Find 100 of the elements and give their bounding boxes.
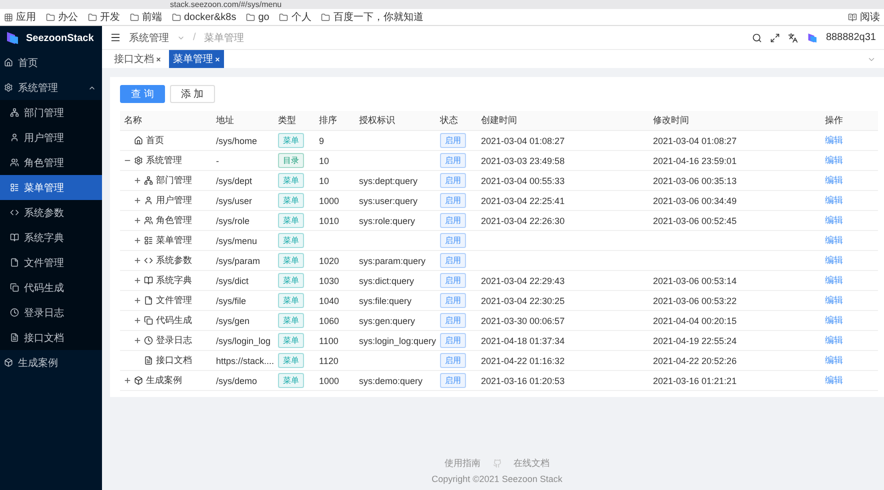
expand-icon[interactable] bbox=[134, 257, 141, 264]
menu-item-icon bbox=[10, 283, 19, 292]
type-tag: 菜单 bbox=[278, 213, 304, 228]
sidebar-item[interactable]: 部门管理 bbox=[0, 100, 102, 125]
bookmark[interactable]: 开发 bbox=[88, 10, 120, 24]
expand-icon[interactable] bbox=[124, 377, 131, 384]
sidebar-item[interactable]: 系统管理 bbox=[0, 75, 102, 100]
translate-icon[interactable] bbox=[788, 32, 798, 42]
folder-icon bbox=[279, 12, 288, 22]
bookmark[interactable]: docker&k8s bbox=[172, 12, 236, 22]
table-cell: 2021-03-06 00:53:14 bbox=[653, 276, 737, 286]
menu-item-icon bbox=[4, 83, 13, 92]
sidebar-item[interactable]: 用户管理 bbox=[0, 125, 102, 150]
table-cell: 代码生成 bbox=[156, 314, 192, 327]
column-header: 创建时间 bbox=[477, 111, 649, 131]
expand-icon[interactable] bbox=[134, 297, 141, 304]
reading-list-button[interactable]: 阅读 bbox=[848, 10, 880, 24]
sidebar-item[interactable]: 接口文档 bbox=[0, 325, 102, 350]
table-cell: /sys/login_log bbox=[216, 336, 271, 346]
table-cell: 1000 bbox=[319, 196, 340, 206]
user-name[interactable]: 888882q31 bbox=[826, 32, 876, 43]
bookmark[interactable]: 应用 bbox=[4, 10, 36, 24]
type-tag: 菜单 bbox=[278, 173, 304, 188]
menu-icon[interactable] bbox=[110, 32, 121, 43]
expand-icon[interactable] bbox=[134, 277, 141, 284]
type-tag: 菜单 bbox=[278, 133, 304, 148]
menu-item-icon bbox=[10, 133, 19, 142]
sidebar-item[interactable]: 文件管理 bbox=[0, 250, 102, 275]
bookmark[interactable]: go bbox=[246, 12, 270, 22]
menu-item-icon bbox=[144, 316, 153, 325]
fullscreen-icon[interactable] bbox=[770, 32, 780, 42]
status-tag: 启用 bbox=[440, 333, 466, 348]
table-cell: /sys/menu bbox=[216, 236, 258, 246]
expand-icon[interactable] bbox=[134, 317, 141, 324]
collapse-icon[interactable] bbox=[124, 157, 131, 164]
add-button[interactable]: 添 加 bbox=[170, 85, 215, 103]
table-cell: sys:login_log:query bbox=[359, 336, 436, 346]
menu-item-icon bbox=[144, 276, 153, 285]
table-cell: 文件管理 bbox=[156, 294, 192, 307]
menu-item-icon bbox=[134, 156, 143, 165]
sidebar-item[interactable]: 系统字典 bbox=[0, 225, 102, 250]
expand-icon[interactable] bbox=[134, 177, 141, 184]
column-header: 类型 bbox=[274, 111, 315, 131]
table-cell: 2021-04-22 01:16:32 bbox=[481, 356, 565, 366]
expand-icon[interactable] bbox=[134, 197, 141, 204]
sidebar-item[interactable]: 登录日志 bbox=[0, 300, 102, 325]
column-header: 修改时间 bbox=[649, 111, 821, 131]
url-text[interactable]: stack.seezoon.com/#/sys/menu bbox=[170, 0, 282, 9]
table-cell: 2021-03-16 01:21:21 bbox=[653, 376, 737, 386]
menu-item-icon bbox=[10, 308, 19, 317]
menu-item-icon bbox=[4, 358, 13, 367]
tab[interactable]: 菜单管理 bbox=[169, 50, 224, 68]
sidebar-item[interactable]: 首页 bbox=[0, 50, 102, 75]
menu-item-icon bbox=[134, 136, 143, 145]
table-cell: 系统管理 bbox=[146, 154, 182, 167]
table-cell: 2021-04-16 23:59:01 bbox=[653, 156, 737, 166]
table-cell: 2021-04-18 01:37:34 bbox=[481, 336, 565, 346]
folder-icon bbox=[88, 12, 97, 22]
breadcrumb-separator: / bbox=[193, 32, 196, 43]
type-tag: 菜单 bbox=[278, 373, 304, 388]
menu-item-icon bbox=[10, 233, 19, 242]
close-icon[interactable] bbox=[156, 56, 161, 62]
table-cell: sys:role:query bbox=[359, 216, 416, 226]
table-cell: 部门管理 bbox=[156, 174, 192, 187]
sidebar-item[interactable]: 生成案例 bbox=[0, 350, 102, 375]
expand-icon[interactable] bbox=[134, 237, 141, 244]
table-cell: /sys/user bbox=[216, 196, 252, 206]
menu-item-icon bbox=[144, 296, 153, 305]
folder-icon bbox=[46, 12, 55, 22]
menu-item-icon bbox=[10, 208, 19, 217]
expand-icon[interactable] bbox=[134, 217, 141, 224]
avatar-icon[interactable] bbox=[806, 32, 818, 44]
table-cell: 系统参数 bbox=[156, 254, 192, 267]
folder-icon bbox=[172, 12, 181, 22]
status-tag: 启用 bbox=[440, 373, 466, 388]
table-cell: /sys/demo bbox=[216, 376, 258, 386]
sidebar-item[interactable]: 系统参数 bbox=[0, 200, 102, 225]
sidebar-item[interactable]: 代码生成 bbox=[0, 275, 102, 300]
bookmark[interactable]: 前端 bbox=[130, 10, 162, 24]
status-tag: 启用 bbox=[440, 213, 466, 228]
search-icon[interactable] bbox=[752, 32, 762, 42]
table-cell: 10 bbox=[319, 176, 330, 186]
breadcrumb-item[interactable]: 系统管理 bbox=[129, 30, 169, 44]
sidebar-item[interactable]: 菜单管理 bbox=[0, 175, 102, 200]
tab[interactable]: 接口文档 bbox=[110, 50, 165, 68]
table-cell: /sys/dept bbox=[216, 176, 252, 186]
bookmark[interactable]: 个人 bbox=[279, 10, 312, 24]
menu-item-icon bbox=[10, 108, 19, 117]
bookmark[interactable]: 百度一下，你就知道 bbox=[321, 10, 424, 24]
table-cell: /sys/role bbox=[216, 216, 250, 226]
table-cell: 2021-04-04 00:20:15 bbox=[653, 316, 737, 326]
expand-icon[interactable] bbox=[134, 337, 141, 344]
table-cell: 菜单管理 bbox=[156, 234, 192, 247]
table-cell: 1120 bbox=[319, 356, 338, 366]
sidebar-item[interactable]: 角色管理 bbox=[0, 150, 102, 175]
status-tag: 启用 bbox=[440, 273, 466, 288]
bookmark[interactable]: 办公 bbox=[46, 10, 78, 24]
table-cell: /sys/file bbox=[216, 296, 246, 306]
table-cell: 2021-03-06 00:53:22 bbox=[653, 296, 737, 306]
menu-item-icon bbox=[144, 356, 153, 365]
